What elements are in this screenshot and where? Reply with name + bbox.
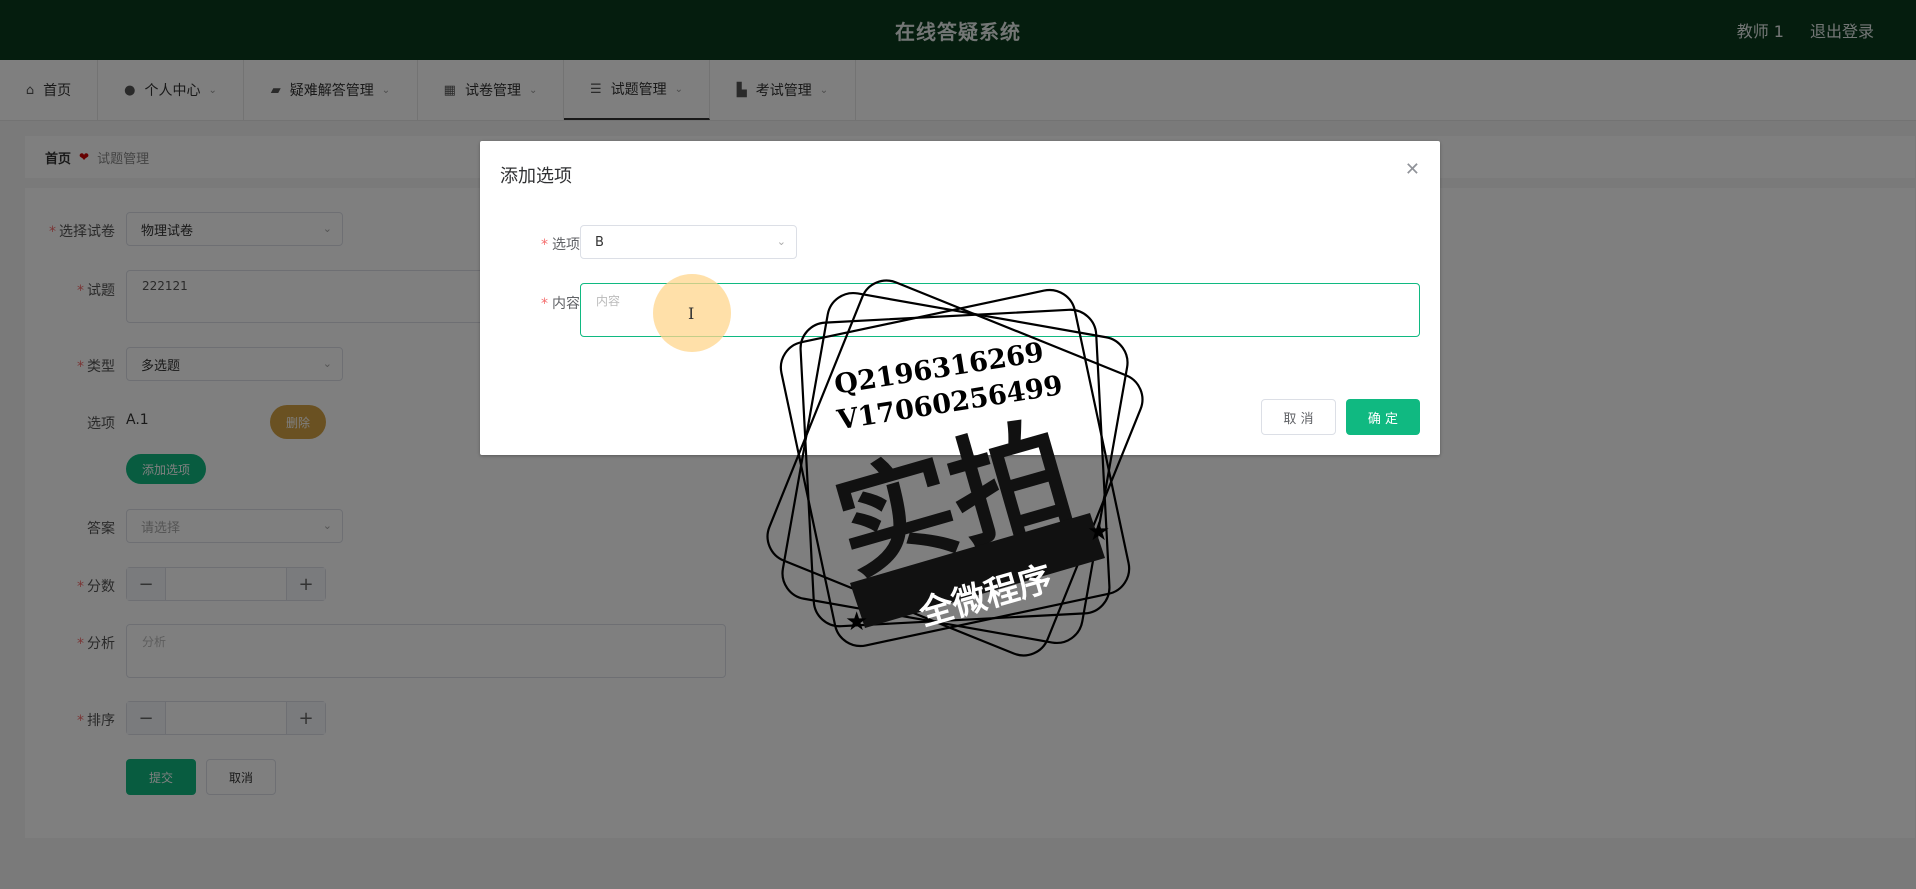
text-cursor-icon: I [688,304,695,323]
watermark-stamp: Q2196316269 V17060256499 实拍 全微程序 ★ ★ [766,279,1144,657]
star-icon: ★ [1087,517,1110,547]
chevron-down-icon: ⌄ [776,235,786,248]
close-icon[interactable]: ✕ [1405,159,1420,180]
dialog-option-value: B [595,234,604,250]
dialog-confirm-button[interactable]: 确 定 [1346,399,1420,435]
dialog-content-label: * 内容 [541,296,580,312]
dialog-cancel-button[interactable]: 取 消 [1261,399,1336,435]
dialog-title: 添加选项 [500,166,572,187]
dialog-option-label: * 选项 [541,237,580,253]
dialog-option-select[interactable]: B ⌄ [580,225,797,259]
cursor-highlight: I [653,274,731,352]
star-icon: ★ [845,607,868,637]
